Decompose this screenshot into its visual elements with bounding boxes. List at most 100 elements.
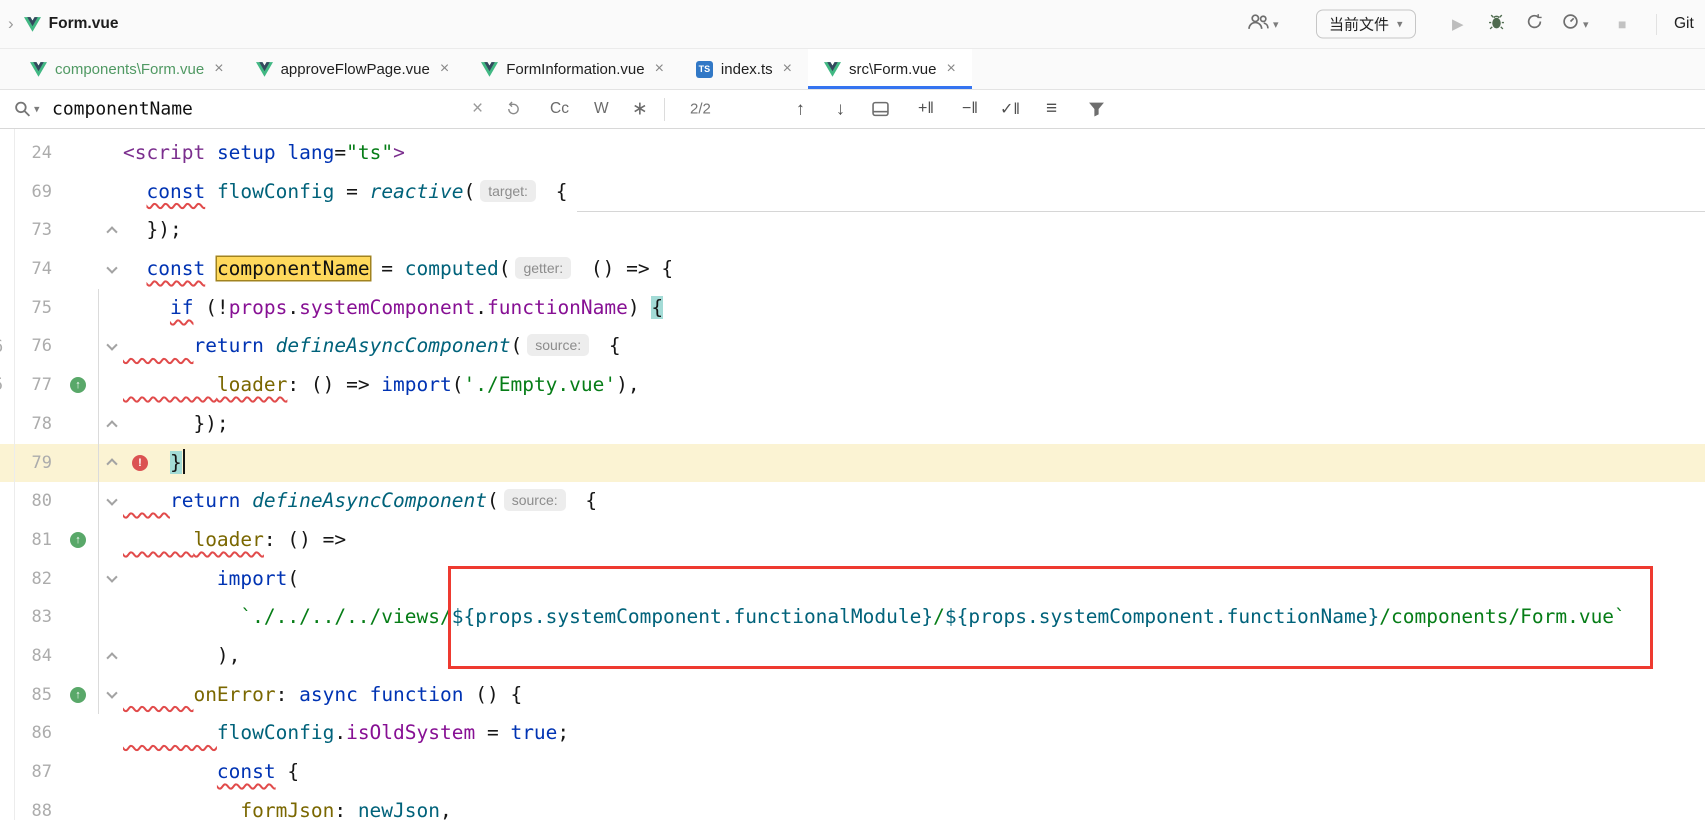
code-token: computed <box>405 257 499 280</box>
code-line-87[interactable]: 87 const { <box>0 753 1705 792</box>
fold-start-icon[interactable] <box>104 339 119 354</box>
tab-index.ts[interactable]: TSindex.ts× <box>680 49 808 89</box>
fold-end-icon[interactable] <box>104 649 119 664</box>
whole-words-toggle[interactable]: W <box>594 100 609 118</box>
code-token: ( <box>487 489 499 512</box>
code-token: ), <box>123 644 240 667</box>
code-line-73[interactable]: 73 }); <box>0 211 1705 250</box>
fold-end-icon[interactable] <box>104 223 119 238</box>
gutter-arrow-icon[interactable]: ↑ <box>70 377 86 393</box>
code-token: const <box>217 760 276 783</box>
regex-toggle[interactable]: ∗ <box>632 98 648 121</box>
select-all-occurrences-button[interactable]: ✓‖ <box>1000 99 1020 119</box>
gutter-arrow-icon[interactable]: ↑ <box>70 687 86 703</box>
code-line-86[interactable]: 86 flowConfig.isOldSystem = true; <box>0 714 1705 753</box>
search-results-count: 2/2 <box>690 101 711 118</box>
vue-icon <box>30 62 47 77</box>
clear-search-icon[interactable]: × <box>472 98 483 120</box>
titlebar-divider <box>1656 14 1657 35</box>
users-icon <box>1248 13 1269 35</box>
match-case-toggle[interactable]: Cc <box>550 100 569 118</box>
code-token: function <box>370 683 464 706</box>
code-line-69[interactable]: 69 const flowConfig = reactive(target: { <box>0 173 1705 212</box>
git-menu[interactable]: Git <box>1674 15 1694 33</box>
code-line-24[interactable]: 24<script setup lang="ts"> <box>0 134 1705 173</box>
add-selection-button[interactable]: +‖ <box>918 100 934 118</box>
code-token <box>276 141 288 164</box>
parameter-hint: source: <box>504 489 566 511</box>
code-token: loader <box>217 373 287 396</box>
search-input[interactable]: componentName <box>52 99 193 120</box>
code-line-81[interactable]: 81↑ loader: () => <box>0 521 1705 560</box>
code-line-79[interactable]: 79! } <box>0 444 1705 483</box>
code-token: { <box>597 334 620 357</box>
code-token <box>123 257 146 280</box>
vue-icon <box>481 62 498 77</box>
code-token: props.systemComponent.functionalModule <box>475 605 921 628</box>
code-text: flowConfig.isOldSystem = true; <box>123 714 569 753</box>
code-token: defineAsyncComponent <box>276 334 511 357</box>
code-line-88[interactable]: 88 formJson: newJson, <box>0 792 1705 820</box>
code-token: { <box>544 180 567 203</box>
run-configuration-selector[interactable]: 当前文件 ▾ <box>1316 10 1416 39</box>
run-button[interactable]: ▶ <box>1452 15 1464 33</box>
code-line-75[interactable]: 75 if (!props.systemComponent.functionNa… <box>0 289 1705 328</box>
fold-start-icon[interactable] <box>104 687 119 702</box>
window-chevron-icon[interactable]: › <box>8 14 14 34</box>
code-token: <script <box>123 141 205 164</box>
code-text: return defineAsyncComponent(source: { <box>123 327 621 366</box>
fold-start-icon[interactable] <box>104 571 119 586</box>
code-token <box>123 296 170 319</box>
fold-start-icon[interactable] <box>104 262 119 277</box>
tab-components-form.vue[interactable]: components\Form.vue × <box>14 49 240 89</box>
search-history-chevron-icon[interactable]: ▾ <box>34 103 40 116</box>
code-token: functionName <box>487 296 628 319</box>
code-line-78[interactable]: 78 }); <box>0 405 1705 444</box>
clipped-line-number: 5 <box>0 366 13 405</box>
profiler-button[interactable]: ▾ <box>1562 13 1589 35</box>
coverage-button[interactable] <box>1526 13 1543 35</box>
code-line-77[interactable]: 77↑ loader: () => import('./Empty.vue'), <box>0 366 1705 405</box>
code-token: if <box>170 296 193 319</box>
collaboration-users-button[interactable]: ▾ <box>1248 13 1279 35</box>
profiler-clock-icon <box>1562 13 1579 35</box>
search-icon[interactable] <box>14 101 31 118</box>
code-token: > <box>393 141 405 164</box>
filter-search-results-button[interactable] <box>1088 102 1105 117</box>
code-line-83[interactable]: 83 `./../../../views/${props.systemCompo… <box>0 598 1705 637</box>
code-line-84[interactable]: 84 ), <box>0 637 1705 676</box>
code-token: systemComponent <box>299 296 475 319</box>
code-text: return defineAsyncComponent(source: { <box>123 482 597 521</box>
tab-forminformation.vue[interactable]: FormInformation.vue× <box>465 49 680 89</box>
caret <box>183 449 185 474</box>
code-line-85[interactable]: 85↑ onError: async function () { <box>0 676 1705 715</box>
code-line-74[interactable]: 74 const componentName = computed(getter… <box>0 250 1705 289</box>
next-match-button[interactable]: ↓ <box>836 99 845 120</box>
open-in-find-window-button[interactable] <box>872 102 889 117</box>
parameter-hint: target: <box>480 180 536 202</box>
newline-history-icon[interactable] <box>505 102 521 117</box>
stop-button[interactable]: ■ <box>1618 16 1626 32</box>
debug-button[interactable] <box>1488 13 1505 35</box>
vue-icon <box>256 62 273 77</box>
close-tab-icon[interactable]: × <box>440 60 449 78</box>
close-tab-icon[interactable]: × <box>214 60 223 78</box>
code-line-82[interactable]: 82 import( <box>0 560 1705 599</box>
code-editor[interactable]: 65 24<script setup lang="ts">69 const fl… <box>0 129 1705 820</box>
search-options-lines-icon[interactable]: ≡ <box>1046 98 1057 120</box>
close-tab-icon[interactable]: × <box>946 60 955 78</box>
fold-start-icon[interactable] <box>104 494 119 509</box>
close-tab-icon[interactable]: × <box>783 60 792 78</box>
code-line-80[interactable]: 80 return defineAsyncComponent(source: { <box>0 482 1705 521</box>
tab-label: components\Form.vue <box>55 61 204 78</box>
previous-match-button[interactable]: ↑ <box>796 99 805 120</box>
tab-approveflowpage.vue[interactable]: approveFlowPage.vue× <box>240 49 466 89</box>
gutter-arrow-icon[interactable]: ↑ <box>70 532 86 548</box>
error-icon[interactable]: ! <box>132 455 148 471</box>
fold-end-icon[interactable] <box>104 417 119 432</box>
remove-selection-button[interactable]: −‖ <box>962 100 978 118</box>
close-tab-icon[interactable]: × <box>655 60 664 78</box>
code-line-76[interactable]: 76 return defineAsyncComponent(source: { <box>0 327 1705 366</box>
tab-src-form.vue[interactable]: src\Form.vue× <box>808 49 972 89</box>
fold-end-icon[interactable] <box>104 455 119 470</box>
